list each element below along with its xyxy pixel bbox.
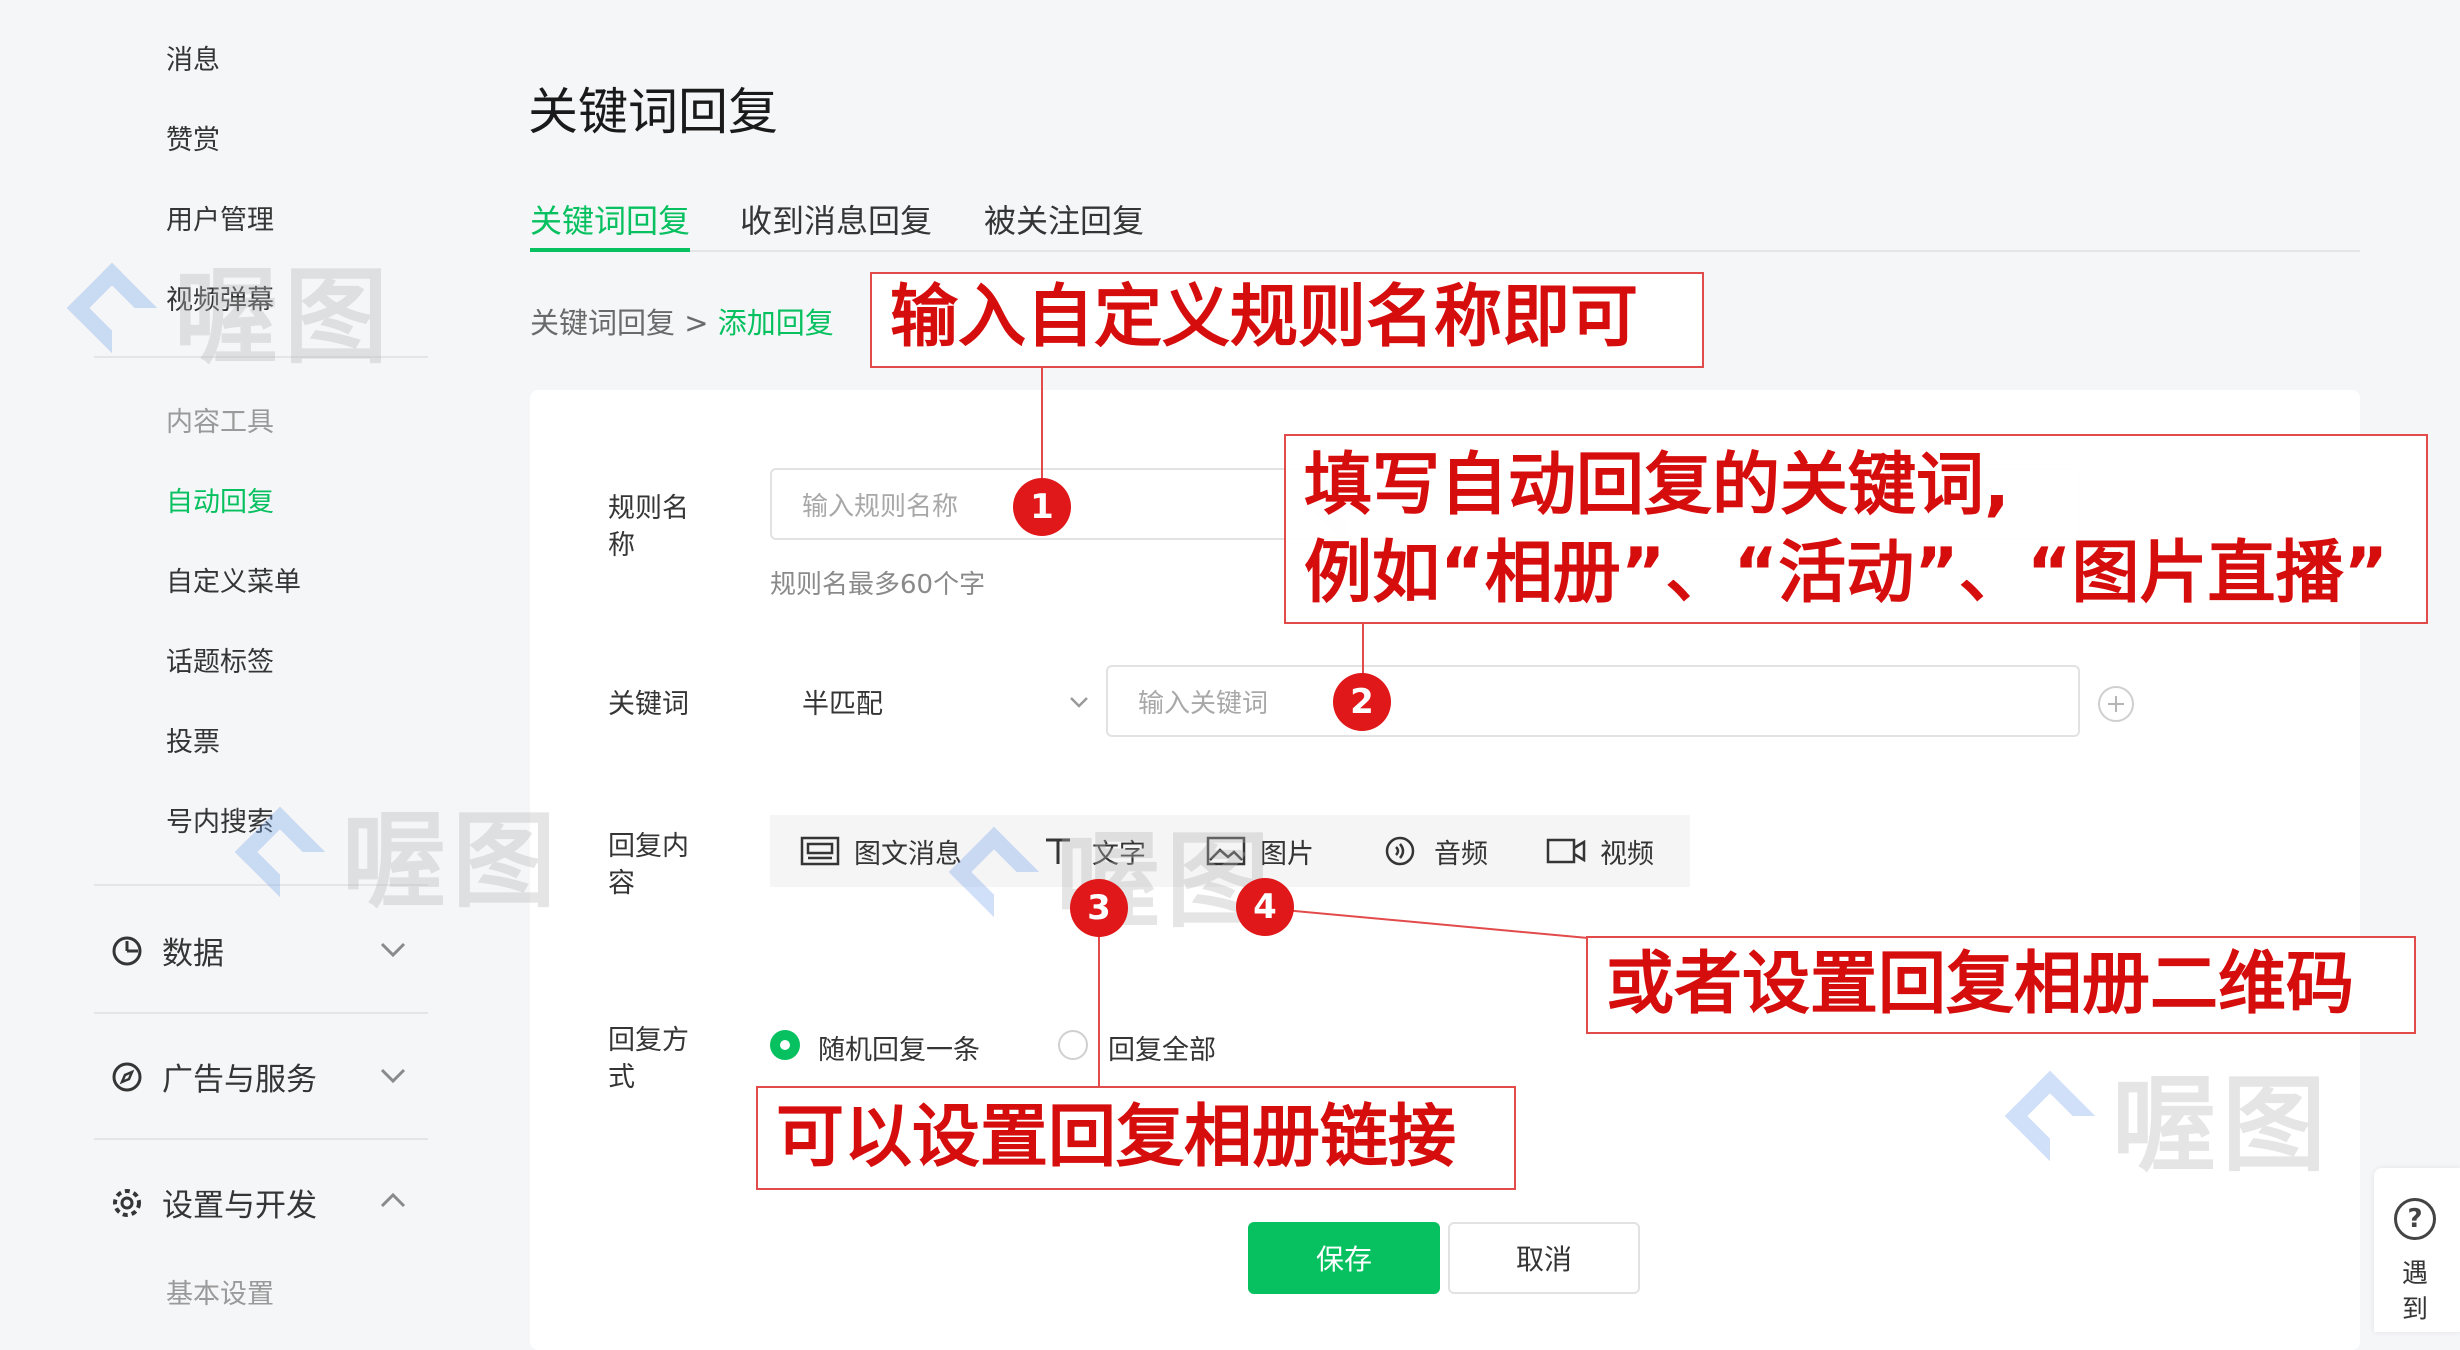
tabs-divider (530, 250, 2360, 252)
tab-message-reply[interactable]: 收到消息回复 (740, 196, 932, 242)
chevron-down-icon (1070, 697, 1088, 708)
breadcrumb-parent[interactable]: 关键词回复 (530, 306, 675, 340)
annotation-leader-line (1098, 936, 1100, 1086)
sidebar-item-basic-settings[interactable]: 基本设置 (166, 1272, 274, 1311)
sidebar-item-messages[interactable]: 消息 (166, 38, 220, 77)
gear-icon (113, 1188, 141, 1217)
annotation-reply-qrcode: 或者设置回复相册二维码 (1586, 936, 2416, 1034)
rule-name-hint: 规则名最多60个字 (770, 570, 986, 600)
tab-follow-reply[interactable]: 被关注回复 (984, 196, 1144, 242)
save-button[interactable]: 保存 (1248, 1222, 1440, 1294)
sidebar-item-appreciation[interactable]: 赞赏 (166, 118, 220, 157)
cancel-button[interactable]: 取消 (1448, 1222, 1640, 1294)
sidebar-group-label: 数据 (162, 936, 224, 972)
match-mode-select[interactable]: 半匹配 (770, 665, 1100, 737)
radio-random-one[interactable] (770, 1030, 800, 1060)
reply-type-video[interactable]: 视频 (1546, 815, 1654, 887)
sidebar-item-topic-tags[interactable]: 话题标签 (166, 640, 274, 679)
sidebar-group-data[interactable]: 数据 (110, 928, 224, 973)
reply-mode-label: 回复方式 (608, 1025, 689, 1093)
help-question-icon[interactable]: ? (2394, 1198, 2436, 1240)
keyword-input[interactable]: 输入关键词 (1106, 665, 2080, 737)
sidebar-group-label: 广告与服务 (162, 1062, 317, 1098)
radio-reply-all-label[interactable]: 回复全部 (1108, 1028, 1216, 1067)
reply-type-audio[interactable]: 音频 (1380, 815, 1488, 887)
chevron-down-icon[interactable] (376, 1058, 410, 1092)
breadcrumb-current: 添加回复 (717, 306, 834, 340)
marker-3: 3 (1070, 879, 1128, 937)
reply-content-label: 回复内容 (608, 831, 689, 899)
annotation-keyword: 填写自动回复的关键词, 例如“相册”、“活动”、“图片直播” (1284, 434, 2428, 624)
help-float-label[interactable]: 遇到 (2402, 1256, 2432, 1328)
rule-name-label: 规则名称 (608, 493, 689, 561)
sidebar-section-content-tools: 内容工具 (166, 407, 274, 438)
annotation-leader-line (1261, 907, 1589, 939)
watermark-logo: 喔图 (230, 776, 562, 927)
article-icon (800, 836, 840, 866)
watermark-gem-icon (230, 802, 330, 902)
sidebar-group-ads-services[interactable]: 广告与服务 (110, 1054, 317, 1099)
video-icon (1546, 838, 1586, 864)
sidebar-item-vote[interactable]: 投票 (166, 720, 220, 759)
watermark-gem-icon (2000, 1066, 2100, 1166)
radio-random-one-label[interactable]: 随机回复一条 (818, 1028, 980, 1067)
sidebar-item-auto-reply[interactable]: 自动回复 (166, 480, 274, 519)
page-title: 关键词回复 (528, 83, 778, 141)
breadcrumb-separator: > (684, 306, 709, 340)
marker-2: 2 (1333, 673, 1391, 731)
sidebar-group-settings-dev[interactable]: 设置与开发 (110, 1180, 317, 1225)
sidebar-group-label: 设置与开发 (162, 1188, 317, 1224)
watermark-gem-icon (944, 822, 1044, 922)
add-keyword-plus-icon[interactable] (2098, 686, 2134, 722)
active-tab-indicator (530, 248, 690, 252)
annotation-reply-link: 可以设置回复相册链接 (756, 1086, 1516, 1190)
match-mode-value: 半匹配 (802, 688, 883, 720)
compass-icon (112, 1062, 142, 1091)
marker-1: 1 (1013, 478, 1071, 536)
keyword-label: 关键词 (608, 689, 689, 720)
annotation-rule-name: 输入自定义规则名称即可 (870, 272, 1704, 368)
watermark-logo: 喔图 (62, 232, 394, 383)
watermark-logo: 喔图 (2000, 1040, 2332, 1191)
breadcrumb: 关键词回复 > 添加回复 (530, 300, 834, 342)
sidebar-divider (94, 1012, 428, 1014)
audio-icon (1385, 836, 1415, 866)
reply-type-article[interactable]: 图文消息 (800, 815, 962, 887)
chevron-up-icon[interactable] (376, 1184, 410, 1218)
chevron-down-icon[interactable] (376, 932, 410, 966)
clock-icon (112, 936, 142, 965)
marker-4: 4 (1236, 878, 1294, 936)
help-float-panel[interactable]: ? 遇到 (2374, 1168, 2460, 1332)
tab-keyword-reply[interactable]: 关键词回复 (530, 196, 690, 242)
sidebar-divider (94, 1138, 428, 1140)
radio-reply-all[interactable] (1058, 1030, 1088, 1060)
sidebar-item-custom-menu[interactable]: 自定义菜单 (166, 560, 301, 599)
watermark-gem-icon (62, 258, 162, 358)
